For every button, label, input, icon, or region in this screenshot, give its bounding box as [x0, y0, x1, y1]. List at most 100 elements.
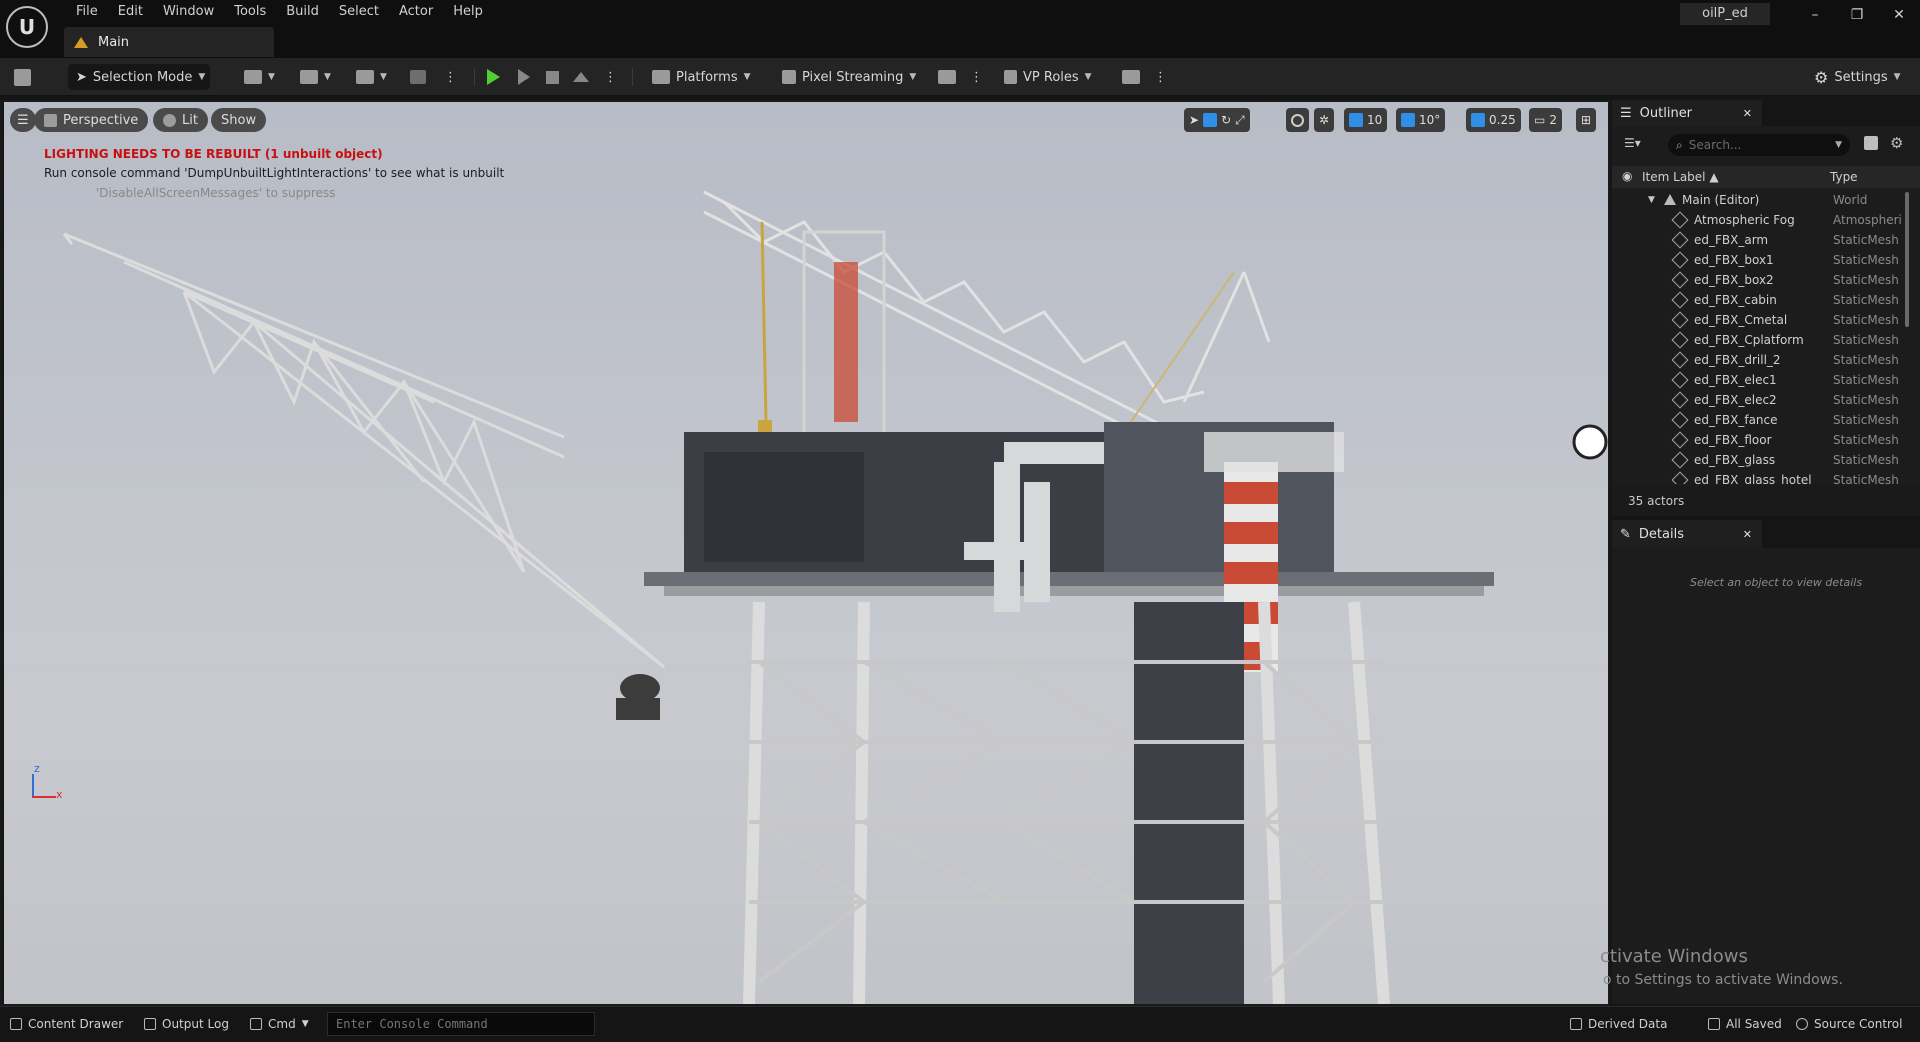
- outliner-row[interactable]: ed_FBX_elec1 StaticMesh: [1612, 370, 1908, 390]
- menu-build[interactable]: Build: [276, 2, 329, 22]
- outliner-row[interactable]: ed_FBX_cabin StaticMesh: [1612, 290, 1908, 310]
- outliner-row[interactable]: ed_FBX_arm StaticMesh: [1612, 230, 1908, 250]
- close-window-button[interactable]: ✕: [1879, 4, 1919, 26]
- outliner-row[interactable]: ed_FBX_floor StaticMesh: [1612, 430, 1908, 450]
- platforms-dropdown[interactable]: Platforms ▼: [652, 64, 751, 90]
- multi-user-button[interactable]: [938, 64, 956, 90]
- close-icon[interactable]: ✕: [1743, 107, 1752, 120]
- outliner-row-world[interactable]: ▼ Main (Editor) World: [1612, 190, 1908, 210]
- kebab-icon: ⋮: [444, 69, 457, 85]
- play-options-button[interactable]: ⋮: [604, 64, 617, 90]
- pixel-streaming-dropdown[interactable]: Pixel Streaming ▼: [782, 64, 916, 90]
- menu-help[interactable]: Help: [443, 2, 493, 22]
- unreal-logo[interactable]: U: [6, 6, 48, 48]
- outliner-row[interactable]: ed_FBX_fance StaticMesh: [1612, 410, 1908, 430]
- col-type[interactable]: Type: [1830, 170, 1858, 184]
- show-button[interactable]: Show: [211, 108, 267, 132]
- row-type: StaticMesh: [1833, 393, 1899, 407]
- rotation-snap-button[interactable]: 10°: [1396, 108, 1446, 132]
- cmd-dropdown[interactable]: Cmd ▼: [250, 1017, 309, 1031]
- axis-x-label: x: [56, 788, 63, 801]
- fog-icon: [1671, 211, 1689, 229]
- details-tab[interactable]: ✎ Details ✕: [1612, 520, 1762, 548]
- outliner-scrollbar[interactable]: [1905, 192, 1909, 327]
- outliner-row[interactable]: ed_FBX_elec2 StaticMesh: [1612, 390, 1908, 410]
- save-button[interactable]: [14, 64, 31, 90]
- outliner-row[interactable]: ed_FBX_glass_hotel StaticMesh: [1612, 470, 1908, 484]
- menu-actor[interactable]: Actor: [389, 2, 443, 22]
- modes-button[interactable]: [410, 64, 426, 90]
- scale-snap-button[interactable]: 0.25: [1466, 108, 1521, 132]
- eye-icon[interactable]: ◉: [1622, 169, 1632, 183]
- static-mesh-icon: [1671, 291, 1689, 309]
- col-item-label[interactable]: Item Label ▲: [1642, 170, 1719, 184]
- level-tab-main[interactable]: Main: [64, 27, 274, 57]
- world-local-toggle[interactable]: [1286, 108, 1309, 132]
- rotate-tool-icon[interactable]: ↻: [1221, 113, 1231, 127]
- camera-cube-icon: [44, 113, 57, 127]
- gear-icon[interactable]: ⚙: [1890, 134, 1903, 152]
- menu-edit[interactable]: Edit: [108, 2, 153, 22]
- console-command-input[interactable]: [327, 1012, 595, 1036]
- more-options-button[interactable]: ⋮: [444, 64, 457, 90]
- step-icon: [518, 69, 530, 85]
- view-mode-button[interactable]: Lit: [153, 108, 208, 132]
- add-actor-button[interactable]: ▼: [244, 64, 275, 90]
- output-log-button[interactable]: Output Log: [144, 1017, 229, 1031]
- selection-mode-label: Selection Mode: [92, 69, 193, 85]
- settings-dropdown[interactable]: ⚙ Settings ▼: [1814, 64, 1901, 90]
- level-viewport[interactable]: ☰ Perspective Lit Show LIGHTING NEEDS TO…: [4, 102, 1608, 1004]
- restore-button[interactable]: ❐: [1837, 4, 1877, 26]
- remote-options-button[interactable]: ⋮: [1154, 64, 1167, 90]
- viewport-layout-button[interactable]: ⊞: [1576, 108, 1597, 132]
- outliner-row[interactable]: ed_FBX_drill_2 StaticMesh: [1612, 350, 1908, 370]
- translate-tool-icon[interactable]: [1203, 113, 1218, 127]
- menu-window[interactable]: Window: [153, 2, 224, 22]
- blueprints-button[interactable]: ▼: [300, 64, 331, 90]
- kebab-icon: ⋮: [604, 69, 617, 85]
- content-drawer-button[interactable]: Content Drawer: [10, 1017, 123, 1031]
- row-label: Main (Editor): [1682, 193, 1760, 207]
- outliner-row[interactable]: Atmospheric Fog Atmospheri: [1612, 210, 1908, 230]
- outliner-row[interactable]: ed_FBX_box1 StaticMesh: [1612, 250, 1908, 270]
- stop-button[interactable]: [546, 64, 559, 90]
- cinematics-button[interactable]: ▼: [356, 64, 387, 90]
- eject-button[interactable]: [573, 64, 589, 90]
- outliner-row[interactable]: ed_FBX_glass StaticMesh: [1612, 450, 1908, 470]
- menu-select[interactable]: Select: [329, 2, 389, 22]
- minimize-button[interactable]: –: [1795, 4, 1835, 26]
- camera-speed-button[interactable]: ▭ 2: [1529, 108, 1562, 132]
- viewport-menu-button[interactable]: ☰: [10, 108, 36, 132]
- vp-roles-dropdown[interactable]: VP Roles ▼: [1004, 64, 1092, 90]
- play-button[interactable]: [487, 64, 500, 90]
- save-status-button[interactable]: All Saved: [1708, 1017, 1782, 1031]
- kebab-icon: ⋮: [1154, 69, 1167, 85]
- outliner-search-input[interactable]: ⌕ Search... ▼: [1668, 134, 1850, 156]
- scale-tool-icon[interactable]: ⤢: [1235, 113, 1245, 128]
- multi-user-options-button[interactable]: ⋮: [970, 64, 983, 90]
- perspective-button[interactable]: Perspective: [34, 108, 149, 132]
- source-control-button[interactable]: Source Control: [1796, 1017, 1902, 1031]
- blueprint-icon: [300, 70, 318, 84]
- derived-data-button[interactable]: Derived Data: [1570, 1017, 1667, 1031]
- grid-snap-button[interactable]: 10: [1344, 108, 1388, 132]
- filter-button[interactable]: ☰▾: [1624, 136, 1641, 150]
- row-type: StaticMesh: [1833, 353, 1899, 367]
- outliner-row[interactable]: ed_FBX_Cmetal StaticMesh: [1612, 310, 1908, 330]
- row-type: StaticMesh: [1833, 373, 1899, 387]
- surface-snap-toggle[interactable]: ✲: [1314, 108, 1335, 132]
- remote-control-button[interactable]: [1122, 64, 1140, 90]
- crane-cable: [760, 221, 768, 423]
- menu-file[interactable]: File: [66, 2, 108, 22]
- select-tool-icon[interactable]: ➤: [1189, 113, 1199, 127]
- add-folder-icon[interactable]: [1864, 136, 1878, 150]
- outliner-tab[interactable]: ☰ Outliner ✕: [1612, 100, 1762, 126]
- remote-icon: [1122, 70, 1140, 84]
- close-icon[interactable]: ✕: [1743, 528, 1752, 541]
- outliner-row[interactable]: ed_FBX_box2 StaticMesh: [1612, 270, 1908, 290]
- menu-tools[interactable]: Tools: [224, 2, 276, 22]
- outliner-row[interactable]: ed_FBX_Cplatform StaticMesh: [1612, 330, 1908, 350]
- selection-mode-dropdown[interactable]: ➤ Selection Mode ▼: [68, 64, 210, 90]
- advance-frame-button[interactable]: [518, 64, 530, 90]
- vp-roles-label: VP Roles: [1023, 69, 1079, 85]
